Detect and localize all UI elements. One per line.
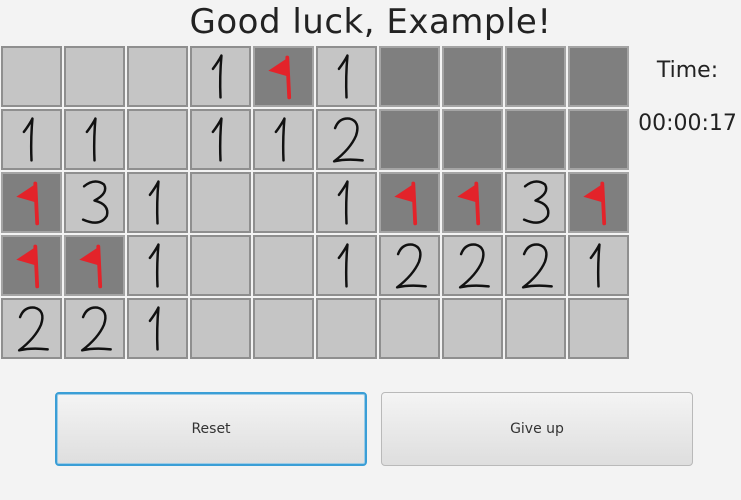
cell-number-one[interactable] — [127, 298, 188, 359]
digit-one — [22, 117, 34, 162]
cell-flagged[interactable] — [64, 235, 125, 296]
cell-flagged[interactable] — [253, 46, 314, 107]
cell-flagged[interactable] — [442, 172, 503, 233]
digit-three — [522, 180, 550, 224]
digit-one — [337, 243, 349, 288]
cell-number-one[interactable] — [253, 109, 314, 170]
cell-number-one[interactable] — [1, 109, 62, 170]
reset-button[interactable]: Reset — [55, 392, 367, 466]
digit-two — [521, 243, 553, 289]
digit-one — [274, 117, 286, 162]
digit-two — [332, 117, 364, 163]
cell-covered[interactable] — [442, 46, 503, 107]
cell-empty[interactable] — [253, 172, 314, 233]
digit-two — [395, 243, 427, 289]
cell-empty[interactable] — [316, 298, 377, 359]
digit-one — [148, 243, 160, 288]
cell-empty[interactable] — [190, 235, 251, 296]
minefield-grid — [0, 45, 630, 360]
cell-covered[interactable] — [442, 109, 503, 170]
time-label: Time: — [656, 58, 719, 83]
cell-number-one[interactable] — [568, 235, 629, 296]
give-up-button[interactable]: Give up — [381, 392, 693, 466]
cell-covered[interactable] — [505, 46, 566, 107]
cell-covered[interactable] — [505, 109, 566, 170]
cell-flagged[interactable] — [568, 172, 629, 233]
cell-empty[interactable] — [568, 298, 629, 359]
flag-icon — [583, 181, 607, 226]
cell-covered[interactable] — [379, 109, 440, 170]
cell-empty[interactable] — [253, 298, 314, 359]
digit-one — [211, 117, 223, 162]
cell-empty[interactable] — [190, 298, 251, 359]
cell-number-one[interactable] — [127, 172, 188, 233]
cell-number-two[interactable] — [1, 298, 62, 359]
cell-number-two[interactable] — [442, 235, 503, 296]
greeting-title: Good luck, Example! — [189, 2, 552, 42]
digit-one — [589, 243, 601, 288]
cell-number-one[interactable] — [316, 46, 377, 107]
digit-three — [81, 180, 109, 224]
digit-one — [148, 180, 160, 225]
cell-number-two[interactable] — [316, 109, 377, 170]
digit-one — [85, 117, 97, 162]
digit-two — [17, 306, 49, 352]
flag-icon — [394, 181, 418, 226]
digit-one — [148, 306, 160, 351]
cell-covered[interactable] — [379, 46, 440, 107]
digit-two — [80, 306, 112, 352]
cell-number-three[interactable] — [505, 172, 566, 233]
cell-flagged[interactable] — [379, 172, 440, 233]
digit-one — [337, 180, 349, 225]
cell-covered[interactable] — [568, 46, 629, 107]
cell-number-one[interactable] — [190, 109, 251, 170]
digit-one — [337, 54, 349, 99]
cell-number-two[interactable] — [505, 235, 566, 296]
cell-empty[interactable] — [505, 298, 566, 359]
cell-empty[interactable] — [253, 235, 314, 296]
cell-empty[interactable] — [442, 298, 503, 359]
cell-empty[interactable] — [190, 172, 251, 233]
flag-icon — [268, 55, 292, 100]
cell-number-two[interactable] — [64, 298, 125, 359]
digit-two — [458, 243, 490, 289]
digit-one — [211, 54, 223, 99]
cell-number-one[interactable] — [316, 172, 377, 233]
cell-empty[interactable] — [1, 46, 62, 107]
cell-flagged[interactable] — [1, 172, 62, 233]
time-value: 00:00:17 — [638, 111, 737, 136]
flag-icon — [16, 181, 40, 226]
cell-number-three[interactable] — [64, 172, 125, 233]
flag-icon — [16, 244, 40, 289]
cell-number-one[interactable] — [64, 109, 125, 170]
cell-flagged[interactable] — [1, 235, 62, 296]
cell-empty[interactable] — [127, 46, 188, 107]
cell-number-two[interactable] — [379, 235, 440, 296]
cell-covered[interactable] — [568, 109, 629, 170]
flag-icon — [457, 181, 481, 226]
cell-empty[interactable] — [64, 46, 125, 107]
cell-number-one[interactable] — [190, 46, 251, 107]
cell-empty[interactable] — [379, 298, 440, 359]
flag-icon — [79, 244, 103, 289]
cell-number-one[interactable] — [316, 235, 377, 296]
cell-number-one[interactable] — [127, 235, 188, 296]
cell-empty[interactable] — [127, 109, 188, 170]
